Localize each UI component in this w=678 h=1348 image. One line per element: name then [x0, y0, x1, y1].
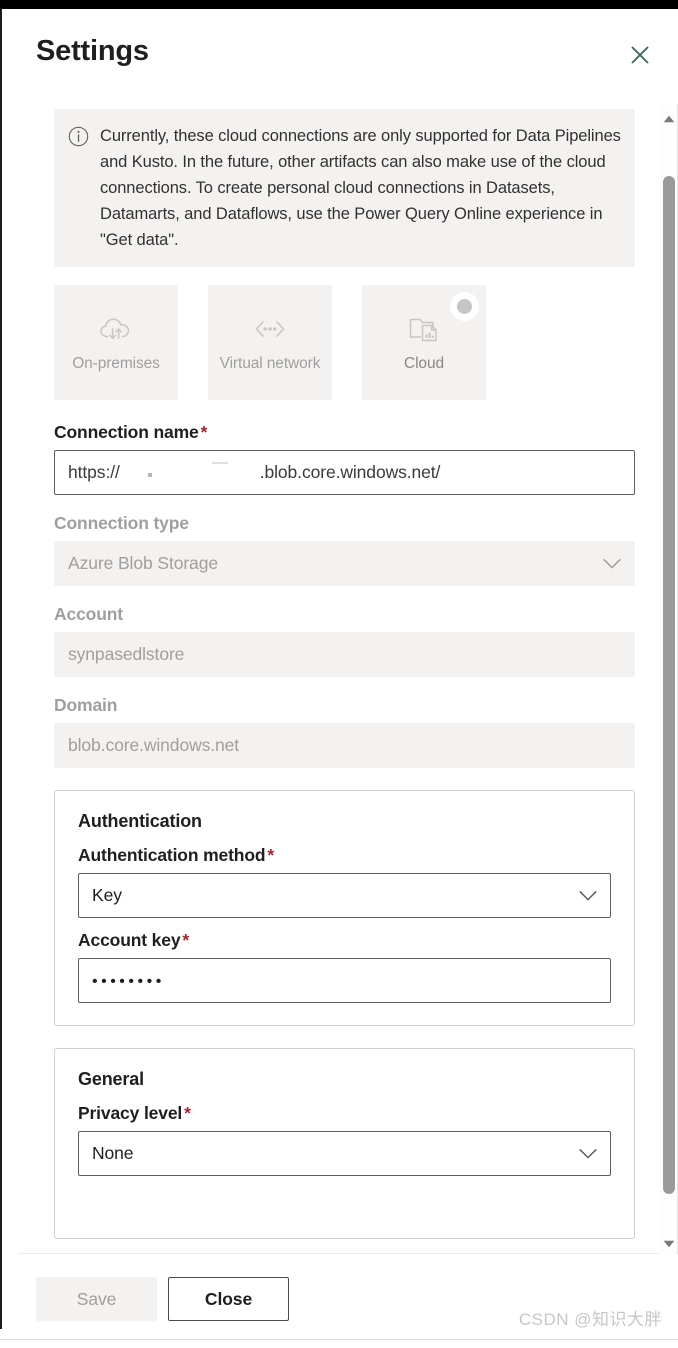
account-key-input[interactable]: •••••••• [78, 958, 611, 1003]
privacy-level-label: Privacy level * [78, 1103, 611, 1124]
tile-on-premises[interactable]: On-premises [54, 285, 178, 400]
bottom-edge-rule [0, 1339, 678, 1340]
chevron-down-icon [579, 1143, 597, 1164]
dialog-header: Settings [36, 25, 678, 81]
gateway-type-tiles: On-premises Virtual network Cloud [54, 285, 636, 400]
domain-label: Domain [54, 695, 118, 715]
field-account: Account synpasedlstore [54, 604, 635, 677]
tile-virtual-network[interactable]: Virtual network [208, 285, 332, 400]
general-card-title: General [78, 1069, 144, 1089]
field-connection-type: Connection type Azure Blob Storage [54, 513, 635, 586]
connection-name-label: Connection name * [54, 422, 635, 443]
close-icon [627, 42, 653, 68]
privacy-level-dropdown[interactable]: None [78, 1131, 611, 1176]
settings-content: Currently, these cloud connections are o… [36, 109, 636, 1239]
privacy-level-value: None [92, 1143, 134, 1163]
authentication-method-label: Authentication method * [78, 845, 611, 866]
tile-selected-radio[interactable] [450, 292, 479, 321]
radio-dot [457, 299, 472, 314]
tile-label: Cloud [404, 355, 444, 372]
info-banner-text: Currently, these cloud connections are o… [100, 127, 621, 249]
required-asterisk: * [267, 845, 275, 865]
settings-scroll-region: Currently, these cloud connections are o… [36, 101, 660, 1259]
field-domain: Domain blob.core.windows.net [54, 695, 635, 768]
close-dialog-button[interactable]: Close [168, 1277, 289, 1321]
scrollbar-thumb[interactable] [663, 176, 675, 1194]
required-asterisk: * [184, 1103, 191, 1123]
tile-label: On-premises [72, 355, 160, 372]
general-card: General Privacy level * None [54, 1048, 635, 1239]
connection-type-dropdown[interactable]: Azure Blob Storage [54, 541, 635, 586]
account-key-label-text: Account key [78, 930, 181, 950]
connection-name-suffix: .blob.core.windows.net/ [259, 462, 441, 482]
required-asterisk: * [182, 930, 190, 950]
connection-type-value: Azure Blob Storage [68, 553, 218, 573]
privacy-level-label-text: Privacy level [78, 1103, 183, 1123]
account-input: synpasedlstore [54, 632, 635, 677]
scroll-down-arrow-icon[interactable] [660, 1235, 678, 1253]
connection-name-input[interactable]: https:// .blob.core.windows.net/ [54, 450, 635, 495]
watermark: CSDN @知识大胖 [518, 1310, 662, 1329]
connection-name-value: https:// .blob.core.windows.net/ [68, 462, 440, 483]
settings-panel: Settings Currently, these cloud connecti… [18, 9, 678, 1339]
field-connection-name: Connection name * https:// .blob.core.win… [54, 422, 635, 495]
info-banner: Currently, these cloud connections are o… [54, 109, 635, 267]
tile-cloud[interactable]: Cloud [362, 285, 486, 400]
authentication-method-value: Key [92, 885, 122, 905]
required-asterisk: * [200, 422, 208, 442]
close-button[interactable] [624, 39, 656, 71]
field-privacy-level: Privacy level * None [78, 1103, 611, 1176]
domain-value: blob.core.windows.net [68, 735, 240, 755]
authentication-method-dropdown[interactable]: Key [78, 873, 611, 918]
authentication-card: Authentication Authentication method * Ke… [54, 790, 635, 1026]
info-circle-icon [68, 126, 89, 152]
network-arrows-icon [251, 311, 289, 347]
chevron-down-icon [579, 885, 597, 906]
connection-name-prefix: https:// [68, 462, 120, 482]
field-authentication-method: Authentication method * Key [78, 845, 611, 918]
authentication-card-title: Authentication [78, 811, 202, 831]
cloud-sync-icon [98, 311, 134, 347]
scroll-up-arrow-icon[interactable] [660, 110, 678, 128]
chevron-down-icon [603, 553, 621, 574]
account-key-label: Account key * [78, 930, 611, 951]
account-label: Account [54, 604, 123, 624]
save-button[interactable]: Save [36, 1277, 157, 1321]
top-chrome-bar [0, 0, 678, 9]
vertical-scrollbar[interactable] [659, 104, 678, 1259]
connection-name-label-text: Connection name [54, 422, 199, 442]
connection-type-label: Connection type [54, 513, 189, 533]
tile-label: Virtual network [219, 355, 321, 372]
field-account-key: Account key * •••••••• [78, 930, 611, 1003]
left-gutter [2, 9, 18, 1329]
page-title: Settings [36, 35, 149, 67]
authentication-method-label-text: Authentication method [78, 845, 266, 865]
account-value: synpasedlstore [68, 644, 185, 664]
domain-input: blob.core.windows.net [54, 723, 635, 768]
settings-dialog-screen: Settings Currently, these cloud connecti… [0, 0, 678, 1348]
account-key-value: •••••••• [92, 973, 165, 990]
cloud-folder-chart-icon [406, 311, 442, 347]
